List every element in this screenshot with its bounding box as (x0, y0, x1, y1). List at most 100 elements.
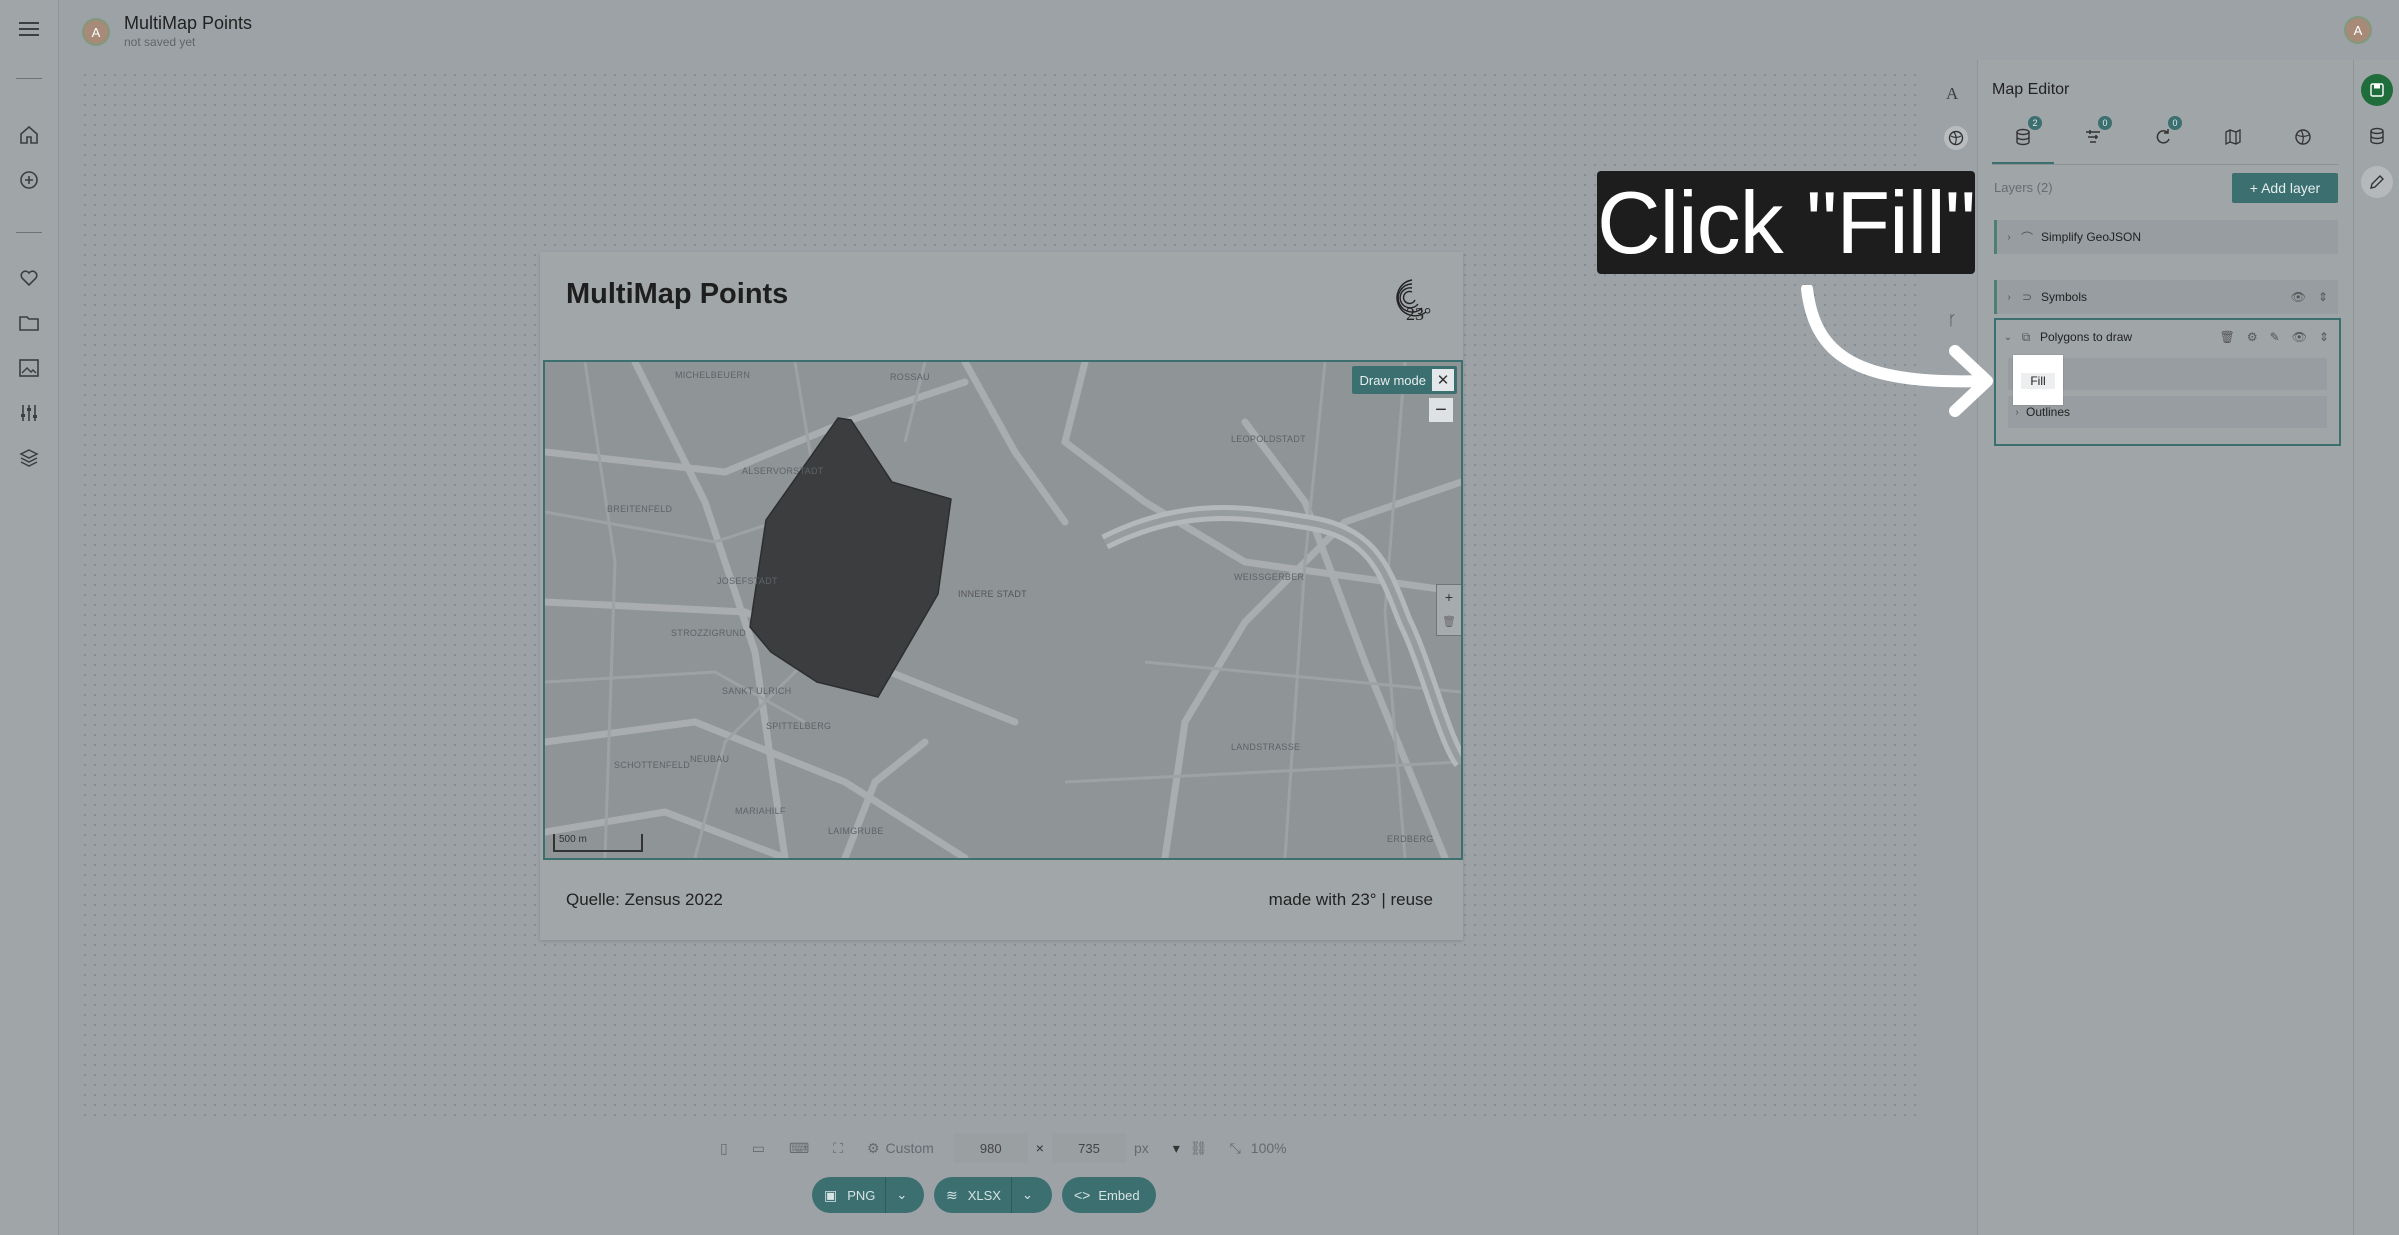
tab-sources[interactable]: 0 (2148, 116, 2182, 152)
database-icon[interactable] (2361, 120, 2393, 152)
map-label: SANKT ULRICH (722, 686, 792, 696)
map-label: BREITENFELD (607, 504, 673, 514)
xlsx-export-button[interactable]: ≋ XLSX ⌄ (934, 1177, 1052, 1213)
code-icon: <> (1074, 1187, 1091, 1203)
made-with-link[interactable]: made with 23° (1269, 890, 1377, 909)
sources-count-badge: 0 (2168, 116, 2182, 130)
add-point-icon[interactable]: + (1437, 585, 1461, 609)
map-label: WEISSGERBER (1234, 572, 1305, 582)
tablet-icon[interactable]: ▭ (752, 1140, 765, 1157)
map-label: MICHELBEUERN (675, 370, 751, 380)
chevron-right-icon[interactable]: › (2001, 292, 2017, 303)
gear-icon[interactable]: ⚙ (2247, 330, 2258, 344)
trash-icon[interactable]: 🗑 (1437, 609, 1461, 633)
times-sign: × (1035, 1140, 1044, 1156)
layer-row[interactable]: ⌄ ⧉ Polygons to draw 🗑 ⚙ ✎ 👁 ⇕ (1996, 320, 2339, 354)
chevron-down-icon[interactable]: ⌄ (1022, 1187, 1033, 1203)
drag-handle-icon[interactable]: ⇕ (2318, 290, 2328, 304)
divider (16, 232, 42, 233)
draw-tools: + 🗑 (1436, 584, 1461, 636)
pencil-icon[interactable]: ✎ (2270, 330, 2280, 344)
eye-icon[interactable]: 👁 (2292, 330, 2307, 344)
menu-icon[interactable] (14, 14, 44, 44)
sliders-icon[interactable] (14, 398, 44, 428)
add-layer-button[interactable]: + Add layer (2232, 173, 2338, 203)
map-label: STROZZIGRUND (671, 628, 747, 638)
tutorial-arrow-icon (1801, 285, 1993, 417)
chevron-down-icon[interactable]: ⌄ (2000, 332, 2016, 343)
mobile-portrait-icon[interactable]: ▯ (720, 1140, 728, 1157)
layer-row[interactable]: › ⊃ Symbols 👁 ⇕ (1994, 280, 2338, 314)
tab-layers[interactable]: 2 (2008, 116, 2042, 152)
layers-stack-icon[interactable] (14, 443, 44, 473)
tab-projection[interactable] (2288, 122, 2318, 152)
project-avatar[interactable]: A (82, 18, 110, 46)
chevron-right-icon[interactable]: › (2001, 232, 2017, 243)
globe-icon (2295, 129, 2311, 145)
save-status: not saved yet (124, 35, 196, 49)
layer-label: Simplify GeoJSON (2041, 230, 2142, 244)
image-icon[interactable] (14, 353, 44, 383)
chevron-down-icon[interactable]: ▾ (1173, 1140, 1180, 1157)
map-label: INNERE STADT (958, 589, 1027, 599)
zoom-out-button[interactable]: − (1429, 398, 1453, 422)
text-tool-icon[interactable]: A (1946, 84, 1958, 104)
resize-icon[interactable]: ⤡ (1230, 1140, 1241, 1157)
xlsx-label: XLSX (967, 1187, 1001, 1203)
link-icon[interactable]: ⛓ (1190, 1140, 1208, 1157)
gear-icon[interactable]: ⚙ (867, 1140, 880, 1157)
save-icon[interactable] (2361, 74, 2393, 106)
simplify-icon: ⌒ (2020, 230, 2033, 245)
folder-icon[interactable] (14, 308, 44, 338)
database-icon (2016, 128, 2030, 146)
pencil-icon[interactable] (2361, 166, 2393, 198)
map-label: SCHOTTENFELD (614, 760, 691, 770)
map-label: SPITTELBERG (766, 721, 832, 731)
image-icon: ▣ (824, 1186, 838, 1203)
heart-icon[interactable] (14, 263, 44, 293)
chevron-right-icon[interactable]: › (2008, 407, 2026, 418)
globe-icon[interactable] (1944, 126, 1968, 150)
home-icon[interactable] (14, 120, 44, 150)
height-input[interactable] (1051, 1133, 1126, 1163)
map-view[interactable]: MICHELBEUERN ROSSAU LEOPOLDSTADT ALSERVO… (543, 360, 1463, 860)
add-circle-icon[interactable] (14, 165, 44, 195)
divider (16, 78, 42, 79)
width-input[interactable] (953, 1133, 1028, 1163)
laptop-icon[interactable]: ⌨ (789, 1140, 809, 1157)
layer-row[interactable]: › ⌒ Simplify GeoJSON (1994, 220, 2338, 254)
chevron-down-icon[interactable]: ⌄ (896, 1187, 907, 1203)
attribution: made with 23° | reuse (1268, 890, 1433, 909)
card-title[interactable]: MultiMap Points (566, 278, 788, 311)
source-note[interactable]: Quelle: Zensus 2022 (566, 890, 723, 910)
reuse-link[interactable]: reuse (1390, 890, 1433, 909)
drag-handle-icon[interactable]: ⇕ (2319, 330, 2329, 344)
map-label: NEUBAU (690, 754, 730, 764)
size-preset[interactable]: Custom (886, 1140, 934, 1156)
embed-button[interactable]: <> Embed (1062, 1177, 1156, 1213)
user-avatar[interactable]: A (2344, 16, 2372, 44)
right-action-strip (2353, 60, 2399, 1235)
layers-count: Layers (2) (1994, 180, 2053, 195)
unit-select[interactable]: px (1134, 1140, 1149, 1156)
close-icon[interactable]: ✕ (1432, 369, 1454, 391)
fullscreen-icon[interactable]: ⛶ (833, 1140, 843, 1157)
trash-icon[interactable]: 🗑 (2220, 330, 2235, 344)
refresh-icon (2156, 129, 2170, 144)
draw-mode-badge: Draw mode ✕ (1351, 366, 1457, 394)
project-title[interactable]: MultiMap Points (124, 13, 252, 34)
tab-basemap[interactable] (2218, 122, 2248, 152)
database-icon: ≋ (946, 1186, 958, 1203)
png-export-button[interactable]: ▣ PNG ⌄ (812, 1177, 924, 1213)
map-label: ERDBERG (1387, 834, 1434, 844)
png-label: PNG (847, 1187, 876, 1203)
tab-divider (1992, 164, 2338, 165)
tab-filters[interactable]: 0 (2078, 116, 2112, 152)
scale-bar: 500 m (553, 834, 643, 852)
fill-sublayer-button[interactable]: Fill (2021, 373, 2055, 389)
polygon-icon: ⧉ (2021, 329, 2031, 344)
layers-count-badge: 2 (2028, 116, 2042, 130)
eye-icon[interactable]: 👁 (2291, 290, 2306, 304)
layer-label: Polygons to draw (2040, 330, 2133, 344)
zoom-level: 100% (1250, 1140, 1287, 1156)
